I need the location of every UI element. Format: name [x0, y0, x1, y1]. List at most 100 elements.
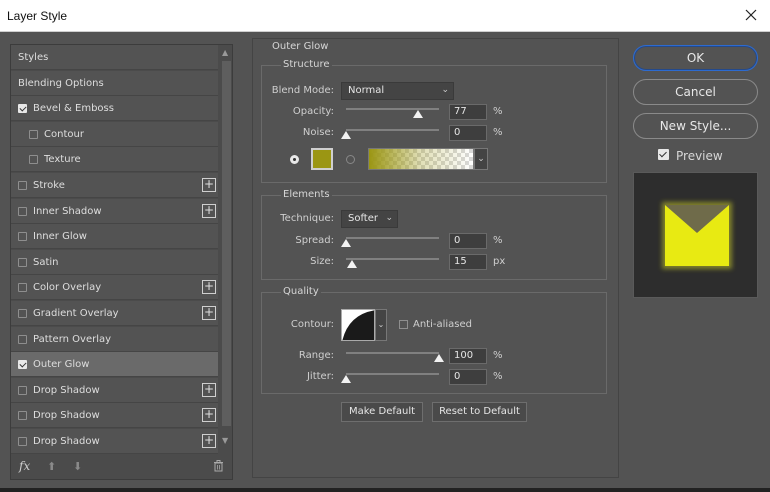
style-item[interactable]: Stroke +	[11, 173, 218, 198]
jitter-slider-thumb[interactable]	[341, 375, 351, 383]
style-checkbox[interactable]	[29, 129, 38, 139]
style-checkbox[interactable]	[18, 103, 27, 113]
new-style-button[interactable]: New Style...	[633, 113, 758, 139]
style-item-label: Styles	[18, 51, 49, 63]
range-slider[interactable]	[346, 352, 439, 354]
solid-color-radio[interactable]	[290, 155, 299, 164]
elements-title: Elements	[281, 189, 332, 200]
trash-icon[interactable]	[213, 460, 224, 472]
jitter-field[interactable]: 0	[449, 369, 487, 385]
close-icon[interactable]	[742, 6, 760, 24]
add-style-icon[interactable]: +	[202, 383, 216, 397]
noise-slider[interactable]	[346, 129, 439, 131]
fx-button[interactable]: fx	[19, 459, 30, 473]
move-down-icon[interactable]: ⬇	[73, 460, 82, 473]
technique-dropdown[interactable]: Softer ⌄	[341, 210, 398, 228]
size-unit: px	[493, 256, 506, 267]
gradient-radio[interactable]	[346, 155, 355, 164]
style-item[interactable]: Gradient Overlay +	[11, 301, 218, 326]
noise-slider-thumb[interactable]	[341, 131, 351, 139]
style-item[interactable]: Styles	[11, 45, 218, 70]
contour-preview[interactable]	[341, 309, 375, 341]
reset-to-default-button[interactable]: Reset to Default	[432, 402, 527, 422]
style-item-label: Blending Options	[18, 77, 104, 89]
style-item[interactable]: Inner Shadow +	[11, 199, 218, 224]
range-field[interactable]: 100	[449, 348, 487, 364]
spread-slider[interactable]	[346, 237, 439, 239]
add-style-icon[interactable]: +	[202, 306, 216, 320]
glow-color-swatch[interactable]	[311, 148, 333, 170]
style-checkbox[interactable]	[29, 154, 38, 164]
opacity-slider[interactable]	[346, 108, 439, 110]
contour-label: Contour:	[290, 319, 334, 330]
opacity-field[interactable]: 77	[449, 104, 487, 120]
style-item-label: Drop Shadow	[33, 384, 100, 396]
spread-field[interactable]: 0	[449, 233, 487, 249]
range-label: Range:	[298, 350, 334, 361]
style-item[interactable]: Color Overlay +	[11, 275, 218, 300]
move-up-icon[interactable]: ⬆	[47, 460, 56, 473]
spread-unit: %	[493, 235, 503, 246]
style-checkbox[interactable]	[18, 180, 27, 190]
style-item[interactable]: Inner Glow	[11, 224, 218, 249]
size-slider-thumb[interactable]	[346, 260, 357, 268]
style-checkbox[interactable]	[18, 308, 27, 318]
size-slider[interactable]	[346, 258, 439, 260]
style-checkbox[interactable]	[18, 231, 27, 241]
gradient-dropdown-button[interactable]: ⌄	[474, 148, 488, 170]
style-checkbox[interactable]	[18, 410, 27, 420]
range-slider-thumb[interactable]	[434, 354, 444, 362]
style-item[interactable]: Texture	[11, 147, 218, 172]
style-item[interactable]: Satin	[11, 250, 218, 275]
scroll-down-icon[interactable]: ▼	[222, 436, 228, 445]
size-label: Size:	[310, 256, 334, 267]
style-checkbox[interactable]	[18, 385, 27, 395]
style-item[interactable]: Contour	[11, 122, 218, 147]
size-field[interactable]: 15	[449, 254, 487, 270]
style-item[interactable]: Blending Options	[11, 71, 218, 96]
style-item[interactable]: Bevel & Emboss	[11, 96, 218, 121]
style-item[interactable]: Outer Glow	[11, 352, 218, 377]
spread-slider-thumb[interactable]	[341, 239, 351, 247]
style-item-label: Drop Shadow	[33, 409, 100, 421]
chevron-down-icon: ⌄	[441, 85, 449, 95]
style-item-label: Stroke	[33, 179, 65, 191]
add-style-icon[interactable]: +	[202, 408, 216, 422]
style-checkbox[interactable]	[18, 334, 27, 344]
add-style-icon[interactable]: +	[202, 178, 216, 192]
spread-label: Spread:	[295, 235, 334, 246]
style-checkbox[interactable]	[18, 206, 27, 216]
style-checkbox[interactable]	[18, 359, 27, 369]
style-checkbox[interactable]	[18, 436, 27, 446]
chevron-down-icon: ⌄	[385, 213, 393, 223]
scroll-up-icon[interactable]: ▲	[222, 48, 228, 57]
ok-button[interactable]: OK	[633, 45, 758, 71]
add-style-icon[interactable]: +	[202, 204, 216, 218]
styles-scrollbar[interactable]: ▲ ▼	[221, 46, 232, 456]
anti-aliased-checkbox[interactable]	[399, 320, 408, 329]
cancel-button[interactable]: Cancel	[633, 79, 758, 105]
jitter-unit: %	[493, 371, 503, 382]
style-item[interactable]: Drop Shadow +	[11, 378, 218, 403]
opacity-slider-thumb[interactable]	[412, 110, 423, 118]
noise-field[interactable]: 0	[449, 125, 487, 141]
add-style-icon[interactable]: +	[202, 280, 216, 294]
contour-dropdown-button[interactable]: ⌄	[375, 309, 387, 341]
scroll-thumb[interactable]	[222, 61, 231, 426]
style-item-label: Drop Shadow	[33, 435, 100, 447]
style-checkbox[interactable]	[18, 257, 27, 267]
style-item[interactable]: Pattern Overlay	[11, 327, 218, 352]
make-default-button[interactable]: Make Default	[341, 402, 423, 422]
style-item[interactable]: Drop Shadow +	[11, 429, 218, 454]
style-item[interactable]: Drop Shadow +	[11, 403, 218, 428]
jitter-slider[interactable]	[346, 373, 439, 375]
glow-gradient-picker[interactable]	[368, 148, 474, 170]
add-style-icon[interactable]: +	[202, 434, 216, 448]
preview-checkbox[interactable]	[658, 149, 669, 160]
blend-mode-value: Normal	[348, 85, 385, 96]
blend-mode-label: Blend Mode:	[271, 85, 334, 96]
technique-value: Softer	[348, 213, 378, 224]
blend-mode-dropdown[interactable]: Normal ⌄	[341, 82, 454, 100]
style-checkbox[interactable]	[18, 282, 27, 292]
structure-title: Structure	[281, 59, 332, 70]
